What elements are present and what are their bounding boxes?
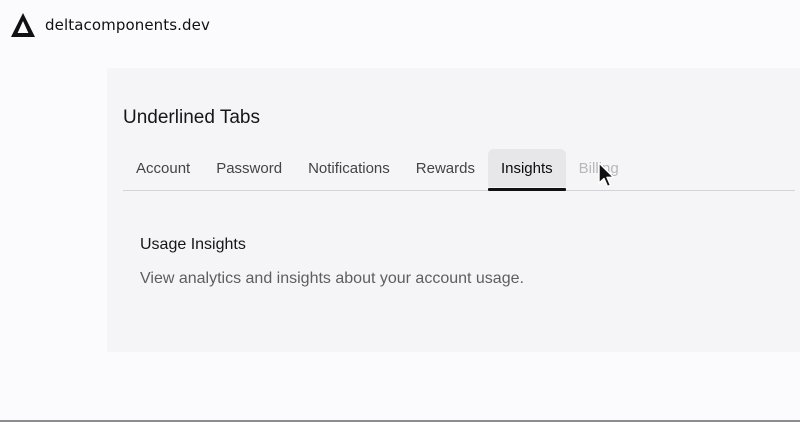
tab-insights[interactable]: Insights	[487, 149, 566, 191]
tab-panel-title: Usage Insights	[140, 236, 246, 253]
demo-panel: Underlined Tabs Account Password Notific…	[107, 68, 800, 352]
tab-list: Account Password Notifications Rewards I…	[123, 148, 795, 191]
site-brand[interactable]: deltacomponents.dev	[10, 12, 210, 38]
demo-title: Underlined Tabs	[123, 107, 260, 128]
tab-panel-description: View analytics and insights about your a…	[140, 270, 524, 287]
tab-billing: Billing	[578, 159, 619, 177]
tab-account[interactable]: Account	[123, 149, 203, 187]
tab-notifications[interactable]: Notifications	[295, 149, 403, 187]
site-name: deltacomponents.dev	[45, 16, 210, 34]
delta-triangle-icon	[11, 13, 35, 37]
tab-rewards[interactable]: Rewards	[403, 149, 488, 187]
tab-password[interactable]: Password	[203, 149, 295, 187]
